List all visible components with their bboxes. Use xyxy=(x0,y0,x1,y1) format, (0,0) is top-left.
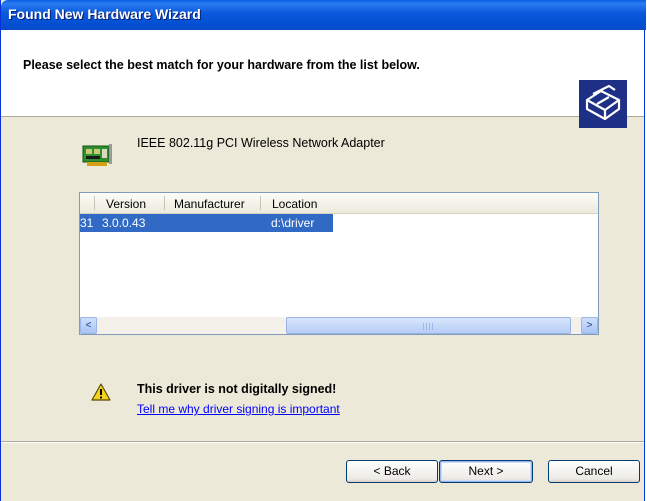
network-card-icon xyxy=(82,144,112,166)
unsigned-driver-warning: This driver is not digitally signed! xyxy=(137,382,337,396)
scroll-right-button[interactable]: > xyxy=(581,317,598,334)
scroll-thumb[interactable] xyxy=(286,317,571,334)
device-name: IEEE 802.11g PCI Wireless Network Adapte… xyxy=(137,136,385,150)
window-title: Found New Hardware Wizard xyxy=(8,6,201,22)
column-location[interactable]: Location xyxy=(272,197,317,211)
row-prefix: 31 xyxy=(80,216,94,230)
column-separator[interactable] xyxy=(260,196,261,210)
wizard-window: Found New Hardware Wizard Please select … xyxy=(0,0,646,501)
wizard-header: Please select the best match for your ha… xyxy=(1,30,644,128)
scroll-grip-icon xyxy=(423,323,435,330)
horizontal-scrollbar[interactable]: < > xyxy=(80,317,598,334)
driver-list[interactable]: Version Manufacturer Location 31 3.0.0.4… xyxy=(79,192,599,335)
back-button[interactable]: < Back xyxy=(346,460,438,483)
column-separator[interactable] xyxy=(94,196,95,210)
column-separator[interactable] xyxy=(164,196,165,210)
hardware-wizard-icon xyxy=(579,80,627,128)
row-location: d:\driver xyxy=(271,216,315,230)
cancel-button[interactable]: Cancel xyxy=(548,460,640,483)
list-header: Version Manufacturer Location xyxy=(80,193,598,214)
footer-divider xyxy=(1,441,644,443)
driver-row-selected[interactable]: 31 3.0.0.43 d:\driver xyxy=(80,214,333,232)
title-bar[interactable]: Found New Hardware Wizard xyxy=(1,0,646,30)
row-version: 3.0.0.43 xyxy=(102,216,146,230)
column-version[interactable]: Version xyxy=(106,197,146,211)
next-button[interactable]: Next > xyxy=(439,460,533,483)
scroll-left-button[interactable]: < xyxy=(80,317,97,334)
header-prompt: Please select the best match for your ha… xyxy=(23,58,420,72)
driver-signing-link[interactable]: Tell me why driver signing is important xyxy=(137,402,340,416)
column-manufacturer[interactable]: Manufacturer xyxy=(174,197,245,211)
warning-icon xyxy=(91,383,111,401)
